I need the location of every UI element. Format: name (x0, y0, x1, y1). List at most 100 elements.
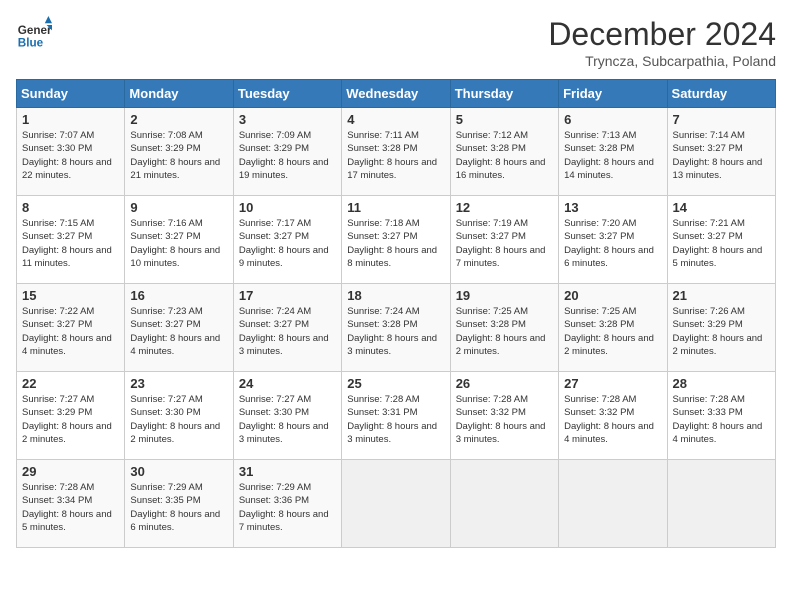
day-number: 4 (347, 112, 444, 127)
calendar-cell: 5Sunrise: 7:12 AMSunset: 3:28 PMDaylight… (450, 108, 558, 196)
day-number: 9 (130, 200, 227, 215)
day-number: 13 (564, 200, 661, 215)
calendar-cell: 2Sunrise: 7:08 AMSunset: 3:29 PMDaylight… (125, 108, 233, 196)
calendar-cell (667, 460, 775, 548)
calendar-cell: 16 Sunrise: 7:23 AMSunset: 3:27 PMDayligh… (125, 284, 233, 372)
day-number: 3 (239, 112, 336, 127)
calendar-cell: 19 Sunrise: 7:25 AMSunset: 3:28 PMDayligh… (450, 284, 558, 372)
day-number: 29 (22, 464, 119, 479)
cell-info: Sunrise: 7:23 AMSunset: 3:27 PMDaylight:… (130, 305, 227, 358)
calendar-cell: 21 Sunrise: 7:26 AMSunset: 3:29 PMDayligh… (667, 284, 775, 372)
day-number: 28 (673, 376, 770, 391)
cell-info: Sunrise: 7:08 AMSunset: 3:29 PMDaylight:… (130, 129, 227, 182)
day-number: 14 (673, 200, 770, 215)
svg-text:General: General (18, 24, 52, 37)
cell-info: Sunrise: 7:25 AMSunset: 3:28 PMDaylight:… (456, 305, 553, 358)
cell-info: Sunrise: 7:24 AMSunset: 3:27 PMDaylight:… (239, 305, 336, 358)
calendar-cell: 14 Sunrise: 7:21 AMSunset: 3:27 PMDayligh… (667, 196, 775, 284)
cell-info: Sunrise: 7:28 AMSunset: 3:31 PMDaylight:… (347, 393, 444, 446)
cell-info: Sunrise: 7:26 AMSunset: 3:29 PMDaylight:… (673, 305, 770, 358)
cell-info: Sunrise: 7:28 AMSunset: 3:32 PMDaylight:… (564, 393, 661, 446)
calendar-cell (342, 460, 450, 548)
cell-info: Sunrise: 7:27 AMSunset: 3:30 PMDaylight:… (239, 393, 336, 446)
cell-info: Sunrise: 7:12 AMSunset: 3:28 PMDaylight:… (456, 129, 553, 182)
cell-info: Sunrise: 7:29 AMSunset: 3:36 PMDaylight:… (239, 481, 336, 534)
calendar-cell: 15 Sunrise: 7:22 AMSunset: 3:27 PMDayligh… (17, 284, 125, 372)
cell-info: Sunrise: 7:07 AMSunset: 3:30 PMDaylight:… (22, 129, 119, 182)
calendar-cell: 3 Sunrise: 7:09 AMSunset: 3:29 PMDaylight… (233, 108, 341, 196)
day-header-wednesday: Wednesday (342, 80, 450, 108)
day-number: 15 (22, 288, 119, 303)
day-number: 21 (673, 288, 770, 303)
day-number: 10 (239, 200, 336, 215)
calendar-cell: 6 Sunrise: 7:13 AMSunset: 3:28 PMDaylight… (559, 108, 667, 196)
calendar-cell: 12 Sunrise: 7:19 AMSunset: 3:27 PMDayligh… (450, 196, 558, 284)
cell-info: Sunrise: 7:27 AMSunset: 3:29 PMDaylight:… (22, 393, 119, 446)
day-number: 23 (130, 376, 227, 391)
month-title: December 2024 (548, 16, 776, 53)
day-number: 11 (347, 200, 444, 215)
calendar-cell: 23 Sunrise: 7:27 AMSunset: 3:30 PMDayligh… (125, 372, 233, 460)
day-number: 16 (130, 288, 227, 303)
day-number: 22 (22, 376, 119, 391)
logo: General Blue (16, 16, 52, 52)
calendar-cell: 28 Sunrise: 7:28 AMSunset: 3:33 PMDayligh… (667, 372, 775, 460)
day-header-friday: Friday (559, 80, 667, 108)
calendar-cell: 30 Sunrise: 7:29 AMSunset: 3:35 PMDayligh… (125, 460, 233, 548)
calendar-table: SundayMondayTuesdayWednesdayThursdayFrid… (16, 79, 776, 548)
cell-info: Sunrise: 7:15 AMSunset: 3:27 PMDaylight:… (22, 217, 119, 270)
day-number: 19 (456, 288, 553, 303)
cell-info: Sunrise: 7:14 AMSunset: 3:27 PMDaylight:… (673, 129, 770, 182)
calendar-week-row: 15 Sunrise: 7:22 AMSunset: 3:27 PMDayligh… (17, 284, 776, 372)
day-header-sunday: Sunday (17, 80, 125, 108)
day-number: 26 (456, 376, 553, 391)
calendar-cell: 1Sunrise: 7:07 AMSunset: 3:30 PMDaylight… (17, 108, 125, 196)
day-number: 18 (347, 288, 444, 303)
calendar-cell: 13 Sunrise: 7:20 AMSunset: 3:27 PMDayligh… (559, 196, 667, 284)
calendar-week-row: 1Sunrise: 7:07 AMSunset: 3:30 PMDaylight… (17, 108, 776, 196)
cell-info: Sunrise: 7:20 AMSunset: 3:27 PMDaylight:… (564, 217, 661, 270)
calendar-cell: 18 Sunrise: 7:24 AMSunset: 3:28 PMDayligh… (342, 284, 450, 372)
day-header-saturday: Saturday (667, 80, 775, 108)
day-header-monday: Monday (125, 80, 233, 108)
cell-info: Sunrise: 7:28 AMSunset: 3:33 PMDaylight:… (673, 393, 770, 446)
calendar-cell: 9 Sunrise: 7:16 AMSunset: 3:27 PMDaylight… (125, 196, 233, 284)
cell-info: Sunrise: 7:18 AMSunset: 3:27 PMDaylight:… (347, 217, 444, 270)
cell-info: Sunrise: 7:22 AMSunset: 3:27 PMDaylight:… (22, 305, 119, 358)
cell-info: Sunrise: 7:16 AMSunset: 3:27 PMDaylight:… (130, 217, 227, 270)
cell-info: Sunrise: 7:09 AMSunset: 3:29 PMDaylight:… (239, 129, 336, 182)
calendar-cell: 25 Sunrise: 7:28 AMSunset: 3:31 PMDayligh… (342, 372, 450, 460)
calendar-cell: 10 Sunrise: 7:17 AMSunset: 3:27 PMDayligh… (233, 196, 341, 284)
logo-icon: General Blue (16, 16, 52, 52)
day-number: 17 (239, 288, 336, 303)
calendar-header-row: SundayMondayTuesdayWednesdayThursdayFrid… (17, 80, 776, 108)
day-number: 25 (347, 376, 444, 391)
calendar-cell: 4 Sunrise: 7:11 AMSunset: 3:28 PMDaylight… (342, 108, 450, 196)
cell-info: Sunrise: 7:28 AMSunset: 3:32 PMDaylight:… (456, 393, 553, 446)
day-number: 27 (564, 376, 661, 391)
cell-info: Sunrise: 7:24 AMSunset: 3:28 PMDaylight:… (347, 305, 444, 358)
cell-info: Sunrise: 7:17 AMSunset: 3:27 PMDaylight:… (239, 217, 336, 270)
day-number: 12 (456, 200, 553, 215)
day-header-thursday: Thursday (450, 80, 558, 108)
calendar-cell: 8 Sunrise: 7:15 AMSunset: 3:27 PMDaylight… (17, 196, 125, 284)
cell-info: Sunrise: 7:11 AMSunset: 3:28 PMDaylight:… (347, 129, 444, 182)
calendar-cell: 31Sunrise: 7:29 AMSunset: 3:36 PMDayligh… (233, 460, 341, 548)
cell-info: Sunrise: 7:19 AMSunset: 3:27 PMDaylight:… (456, 217, 553, 270)
day-header-tuesday: Tuesday (233, 80, 341, 108)
cell-info: Sunrise: 7:13 AMSunset: 3:28 PMDaylight:… (564, 129, 661, 182)
day-number: 8 (22, 200, 119, 215)
calendar-week-row: 8 Sunrise: 7:15 AMSunset: 3:27 PMDaylight… (17, 196, 776, 284)
location-title: Tryncza, Subcarpathia, Poland (548, 53, 776, 69)
day-number: 30 (130, 464, 227, 479)
day-number: 7 (673, 112, 770, 127)
calendar-cell: 20Sunrise: 7:25 AMSunset: 3:28 PMDayligh… (559, 284, 667, 372)
cell-info: Sunrise: 7:29 AMSunset: 3:35 PMDaylight:… (130, 481, 227, 534)
cell-info: Sunrise: 7:21 AMSunset: 3:27 PMDaylight:… (673, 217, 770, 270)
cell-info: Sunrise: 7:27 AMSunset: 3:30 PMDaylight:… (130, 393, 227, 446)
calendar-cell: 29Sunrise: 7:28 AMSunset: 3:34 PMDayligh… (17, 460, 125, 548)
calendar-week-row: 29Sunrise: 7:28 AMSunset: 3:34 PMDayligh… (17, 460, 776, 548)
calendar-cell: 24Sunrise: 7:27 AMSunset: 3:30 PMDayligh… (233, 372, 341, 460)
day-number: 20 (564, 288, 661, 303)
day-number: 6 (564, 112, 661, 127)
